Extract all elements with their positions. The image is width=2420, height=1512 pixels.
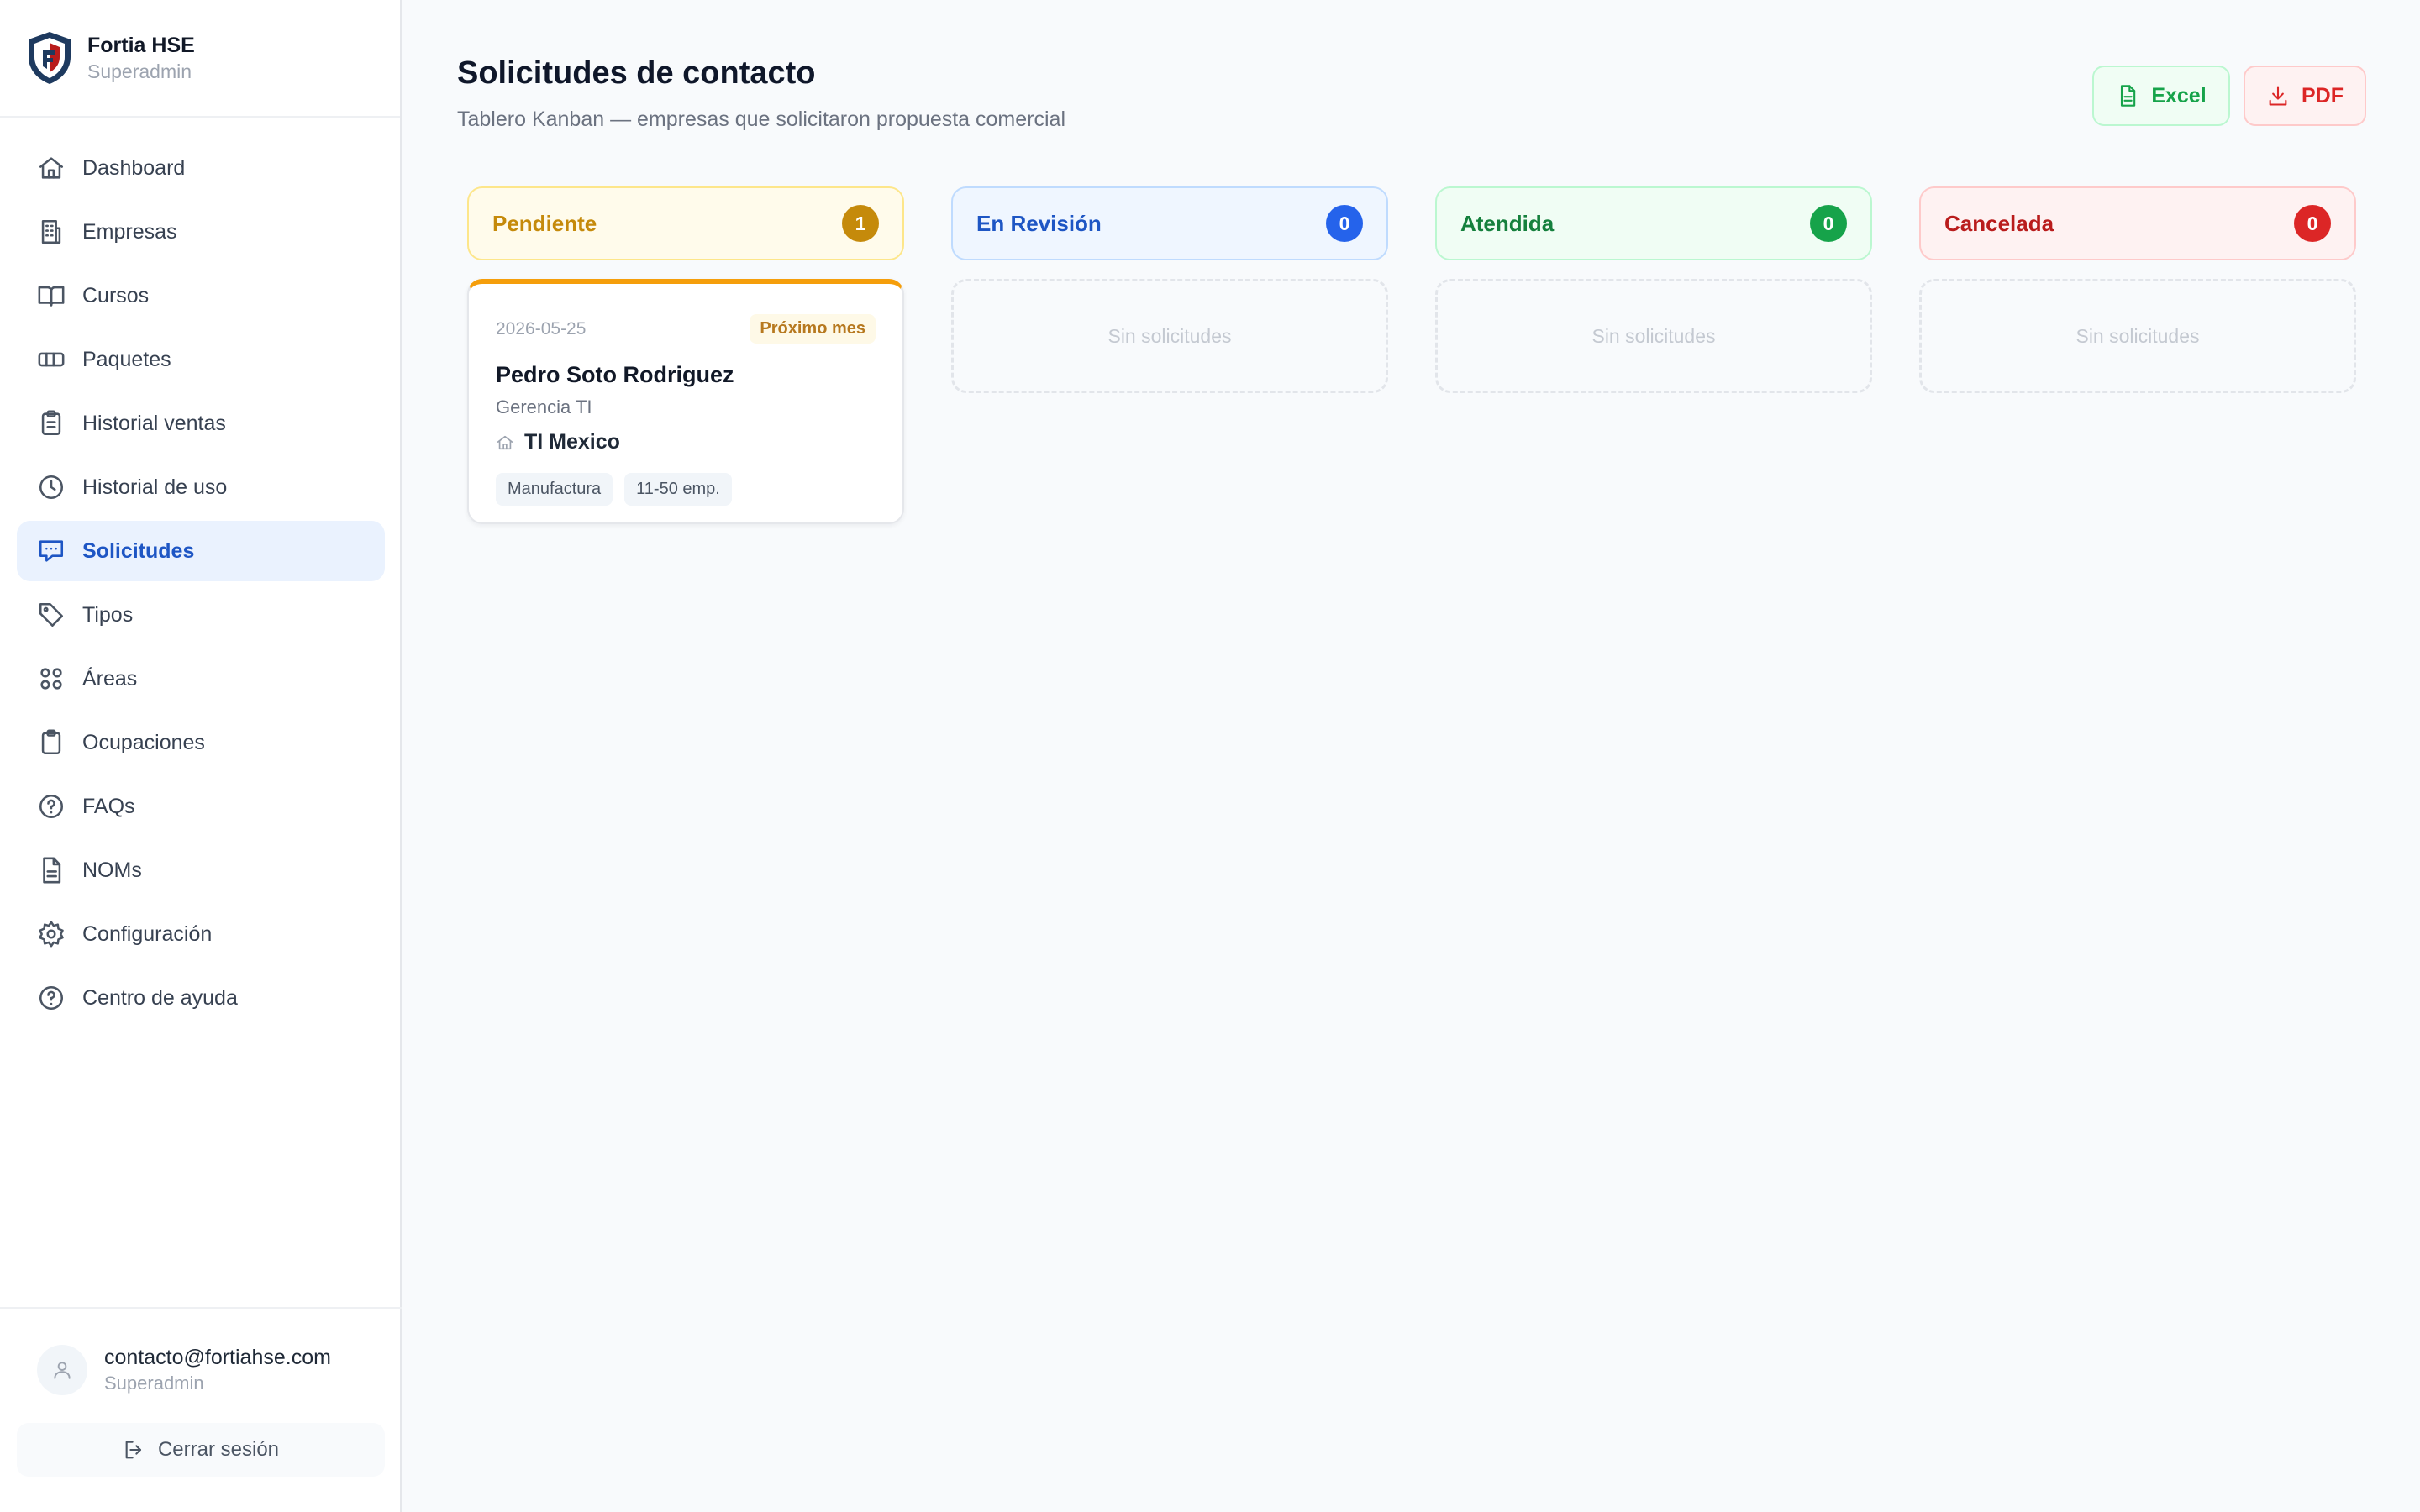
grid-icon (37, 664, 66, 693)
help-circle-icon (37, 792, 66, 821)
sidebar-item-label: Configuración (82, 921, 213, 946)
clipboard-list-icon (37, 409, 66, 438)
card-tag-size: 11-50 emp. (624, 473, 732, 506)
clipboard-icon (37, 728, 66, 757)
card-contact-name: Pedro Soto Rodriguez (496, 362, 734, 387)
column-title: En Revisión (976, 210, 1102, 236)
column-header-en-revision[interactable]: En Revisión 0 (951, 186, 1388, 260)
sidebar-item-label: Dashboard (82, 155, 186, 180)
sidebar-item-paquetes[interactable]: Paquetes (17, 329, 385, 390)
sidebar-item-label: NOMs (82, 858, 142, 882)
export-pdf-button[interactable]: PDF (2244, 66, 2366, 126)
empty-column-placeholder: Sin solicitudes (1435, 279, 1872, 393)
sidebar-item-empresas[interactable]: Empresas (17, 202, 385, 262)
help-circle-icon (37, 984, 66, 1012)
page-subtitle: Tablero Kanban — empresas que solicitaro… (457, 108, 1065, 131)
sidebar-footer: contacto@fortiahse.com Superadmin Cerrar… (0, 1307, 402, 1512)
sidebar-item-label: Empresas (82, 219, 177, 244)
empty-column-placeholder: Sin solicitudes (951, 279, 1388, 393)
logout-icon (125, 1441, 142, 1459)
logout-button[interactable]: Cerrar sesión (17, 1423, 385, 1477)
column-header-atendida[interactable]: Atendida 0 (1435, 186, 1872, 260)
column-header-cancelada[interactable]: Cancelada 0 (1919, 186, 2356, 260)
column-title: Pendiente (492, 210, 597, 236)
clock-icon (37, 473, 66, 501)
sidebar-item-label: Historial de uso (82, 475, 228, 499)
sidebar-item-label: Paquetes (82, 347, 171, 371)
column-cancelada: Cancelada 0 Sin solicitudes (1919, 186, 2356, 393)
column-title: Cancelada (1944, 210, 2054, 236)
sidebar-item-solicitudes[interactable]: Solicitudes (17, 521, 385, 581)
column-title: Atendida (1460, 210, 1555, 236)
file-spreadsheet-icon (2121, 85, 2136, 107)
card-status-badge: Próximo mes (750, 314, 876, 344)
sidebar-item-cursos[interactable]: Cursos (17, 265, 385, 326)
logout-label: Cerrar sesión (157, 1438, 280, 1461)
shield-logo-icon (29, 32, 71, 84)
gear-icon (37, 920, 66, 948)
column-en-revision: En Revisión 0 Sin solicitudes (951, 186, 1388, 393)
empty-column-placeholder: Sin solicitudes (1919, 279, 2356, 393)
sidebar-item-label: FAQs (82, 794, 135, 818)
sidebar-item-label: Áreas (82, 666, 138, 690)
sidebar-item-label: Cursos (82, 283, 150, 307)
column-header-pendiente[interactable]: Pendiente 1 (467, 186, 904, 260)
card-contact-role: Gerencia TI (496, 396, 592, 417)
sidebar-item-label: Solicitudes (82, 538, 195, 563)
avatar (37, 1345, 87, 1395)
request-card[interactable]: 2026-05-25 Próximo mes Pedro Soto Rodrig… (467, 279, 904, 524)
sidebar-item-label: Ocupaciones (82, 730, 205, 754)
page-title: Solicitudes de contacto (457, 55, 816, 91)
card-tag-industry: Manufactura (496, 473, 613, 506)
user-email: contacto@fortiahse.com (104, 1346, 331, 1369)
column-count-badge: 1 (842, 205, 879, 242)
building-icon (37, 218, 66, 246)
sidebar-item-centro-ayuda[interactable]: Centro de ayuda (17, 968, 385, 1028)
column-atendida: Atendida 0 Sin solicitudes (1435, 186, 1872, 393)
sidebar-item-historial-ventas[interactable]: Historial ventas (17, 393, 385, 454)
sidebar-item-label: Tipos (82, 602, 134, 627)
sidebar-item-areas[interactable]: Áreas (17, 648, 385, 709)
sidebar-item-ocupaciones[interactable]: Ocupaciones (17, 712, 385, 773)
tag-icon (37, 601, 66, 629)
sidebar-item-faqs[interactable]: FAQs (17, 776, 385, 837)
brand-name: Fortia HSE (87, 34, 195, 57)
column-count-badge: 0 (1810, 205, 1847, 242)
brand-role: Superadmin (87, 60, 192, 82)
sidebar-nav: Dashboard Empresas Cursos Paquetes Histo… (17, 138, 385, 1032)
sidebar-item-label: Historial ventas (82, 411, 226, 435)
sidebar-item-noms[interactable]: NOMs (17, 840, 385, 900)
sidebar: Fortia HSE Superadmin Dashboard Empresas… (0, 0, 402, 1512)
export-excel-label: Excel (2151, 83, 2207, 108)
message-icon (37, 537, 66, 565)
home-icon (37, 154, 66, 182)
column-count-badge: 0 (2294, 205, 2331, 242)
brand[interactable]: Fortia HSE Superadmin (0, 0, 400, 118)
book-icon (37, 281, 66, 310)
sidebar-item-tipos[interactable]: Tipos (17, 585, 385, 645)
export-pdf-label: PDF (2302, 83, 2344, 108)
card-company: TI Mexico (524, 430, 620, 454)
user-role: Superadmin (104, 1373, 204, 1394)
building-icon (497, 435, 513, 449)
package-icon (37, 345, 66, 374)
card-date: 2026-05-25 (496, 318, 587, 339)
column-pendiente: Pendiente 1 2026-05-25 Próximo mes Pedro… (467, 186, 904, 524)
file-text-icon (37, 856, 66, 885)
sidebar-item-label: Centro de ayuda (82, 985, 238, 1010)
user-info: contacto@fortiahse.com Superadmin (0, 1309, 402, 1396)
sidebar-item-dashboard[interactable]: Dashboard (17, 138, 385, 198)
download-icon (2269, 86, 2287, 106)
export-excel-button[interactable]: Excel (2092, 66, 2230, 126)
sidebar-item-historial-uso[interactable]: Historial de uso (17, 457, 385, 517)
column-count-badge: 0 (1326, 205, 1363, 242)
user-icon (54, 1362, 71, 1379)
sidebar-item-configuracion[interactable]: Configuración (17, 904, 385, 964)
